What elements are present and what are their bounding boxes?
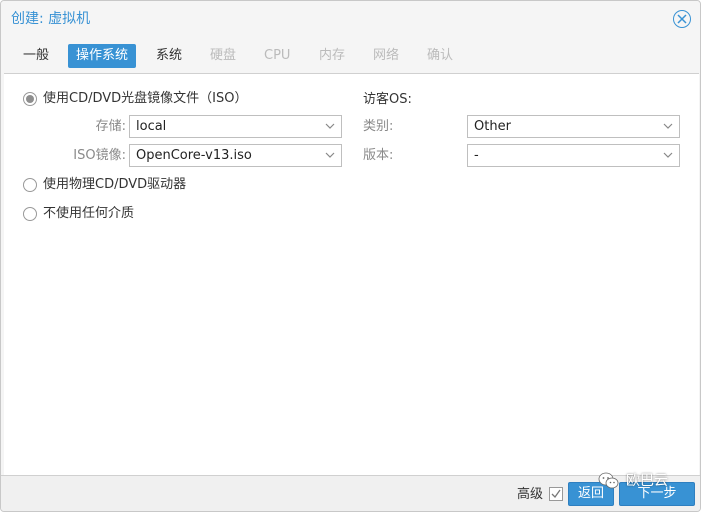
- wizard-tabs: 一般 操作系统 系统 硬盘 CPU 内存 网络 确认: [1, 37, 700, 73]
- storage-value: local: [136, 119, 167, 134]
- create-vm-dialog: 创建: 虚拟机 一般 操作系统 系统 硬盘 CPU 内存 网络 确认 使用CD/…: [0, 0, 701, 512]
- advanced-checkbox[interactable]: [549, 487, 563, 501]
- os-version-value: -: [474, 148, 479, 163]
- chevron-down-icon: [325, 123, 335, 129]
- guest-os-title: 访客OS:: [363, 92, 412, 107]
- os-type-select[interactable]: Other: [467, 115, 680, 138]
- close-icon[interactable]: [673, 10, 691, 28]
- tab-os[interactable]: 操作系统: [68, 44, 137, 68]
- os-version-select[interactable]: -: [467, 144, 680, 167]
- iso-image-label: ISO镜像:: [73, 148, 126, 163]
- wechat-icon: [598, 472, 619, 489]
- radio-no-media[interactable]: 不使用任何介质: [23, 204, 134, 224]
- os-panel: 使用CD/DVD光盘镜像文件（ISO） 存储: local ISO镜像: Ope…: [4, 73, 699, 475]
- chevron-down-icon: [663, 152, 673, 158]
- dialog-footer: 高级 返回 下一步: [1, 475, 700, 511]
- radio-button[interactable]: [23, 178, 37, 192]
- radio-button-checked[interactable]: [23, 92, 37, 106]
- tab-cpu: CPU: [264, 48, 291, 63]
- radio-no-media-label: 不使用任何介质: [43, 206, 135, 221]
- tab-network: 网络: [373, 48, 400, 63]
- storage-select[interactable]: local: [129, 115, 342, 138]
- iso-image-select[interactable]: OpenCore-v13.iso: [129, 144, 342, 167]
- iso-image-value: OpenCore-v13.iso: [136, 148, 252, 163]
- tab-confirm: 确认: [427, 48, 454, 63]
- tab-system[interactable]: 系统: [148, 44, 190, 68]
- radio-use-physical-label: 使用物理CD/DVD驱动器: [43, 177, 187, 192]
- chevron-down-icon: [663, 123, 673, 129]
- dialog-titlebar: 创建: 虚拟机: [1, 1, 700, 37]
- tab-disk: 硬盘: [210, 48, 237, 63]
- dialog-title: 创建: 虚拟机: [11, 11, 91, 27]
- storage-label: 存储:: [95, 119, 126, 134]
- os-type-value: Other: [474, 119, 511, 134]
- os-version-label: 版本:: [363, 148, 394, 163]
- radio-use-iso[interactable]: 使用CD/DVD光盘镜像文件（ISO）: [23, 89, 247, 109]
- tab-memory: 内存: [319, 48, 346, 63]
- check-icon: [551, 489, 561, 499]
- watermark-text: 欧巴云: [626, 473, 668, 489]
- watermark: 欧巴云: [598, 470, 668, 492]
- chevron-down-icon: [325, 152, 335, 158]
- radio-use-physical[interactable]: 使用物理CD/DVD驱动器: [23, 175, 186, 195]
- tab-general[interactable]: 一般: [15, 44, 57, 68]
- radio-button[interactable]: [23, 207, 37, 221]
- advanced-label: 高级: [517, 487, 544, 502]
- os-type-label: 类别:: [363, 119, 394, 134]
- radio-use-iso-label: 使用CD/DVD光盘镜像文件（ISO）: [43, 91, 248, 106]
